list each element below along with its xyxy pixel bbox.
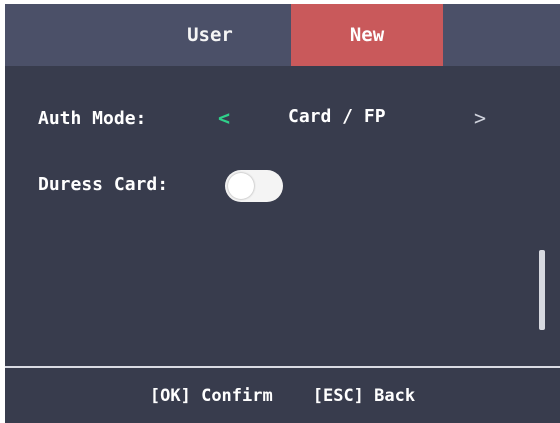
auth-mode-label: Auth Mode:: [38, 108, 147, 129]
chevron-right-icon[interactable]: >: [474, 106, 486, 130]
confirm-hint: [OK] Confirm: [149, 385, 273, 406]
scrollbar[interactable]: [539, 250, 545, 330]
tab-new[interactable]: New: [291, 4, 443, 66]
toggle-knob: [228, 173, 254, 199]
tab-user[interactable]: User: [130, 4, 290, 66]
device-screen: User New Auth Mode: < Card / FP > Duress…: [0, 0, 560, 423]
back-hint: [ESC] Back: [312, 385, 416, 406]
duress-card-label: Duress Card:: [38, 174, 169, 195]
footer-hints: [OK] Confirm [ESC] Back: [5, 368, 560, 423]
auth-mode-value: Card / FP: [288, 106, 386, 127]
chevron-left-icon[interactable]: <: [218, 106, 230, 130]
duress-card-toggle[interactable]: [225, 170, 283, 202]
tab-bar: User New: [5, 4, 560, 66]
